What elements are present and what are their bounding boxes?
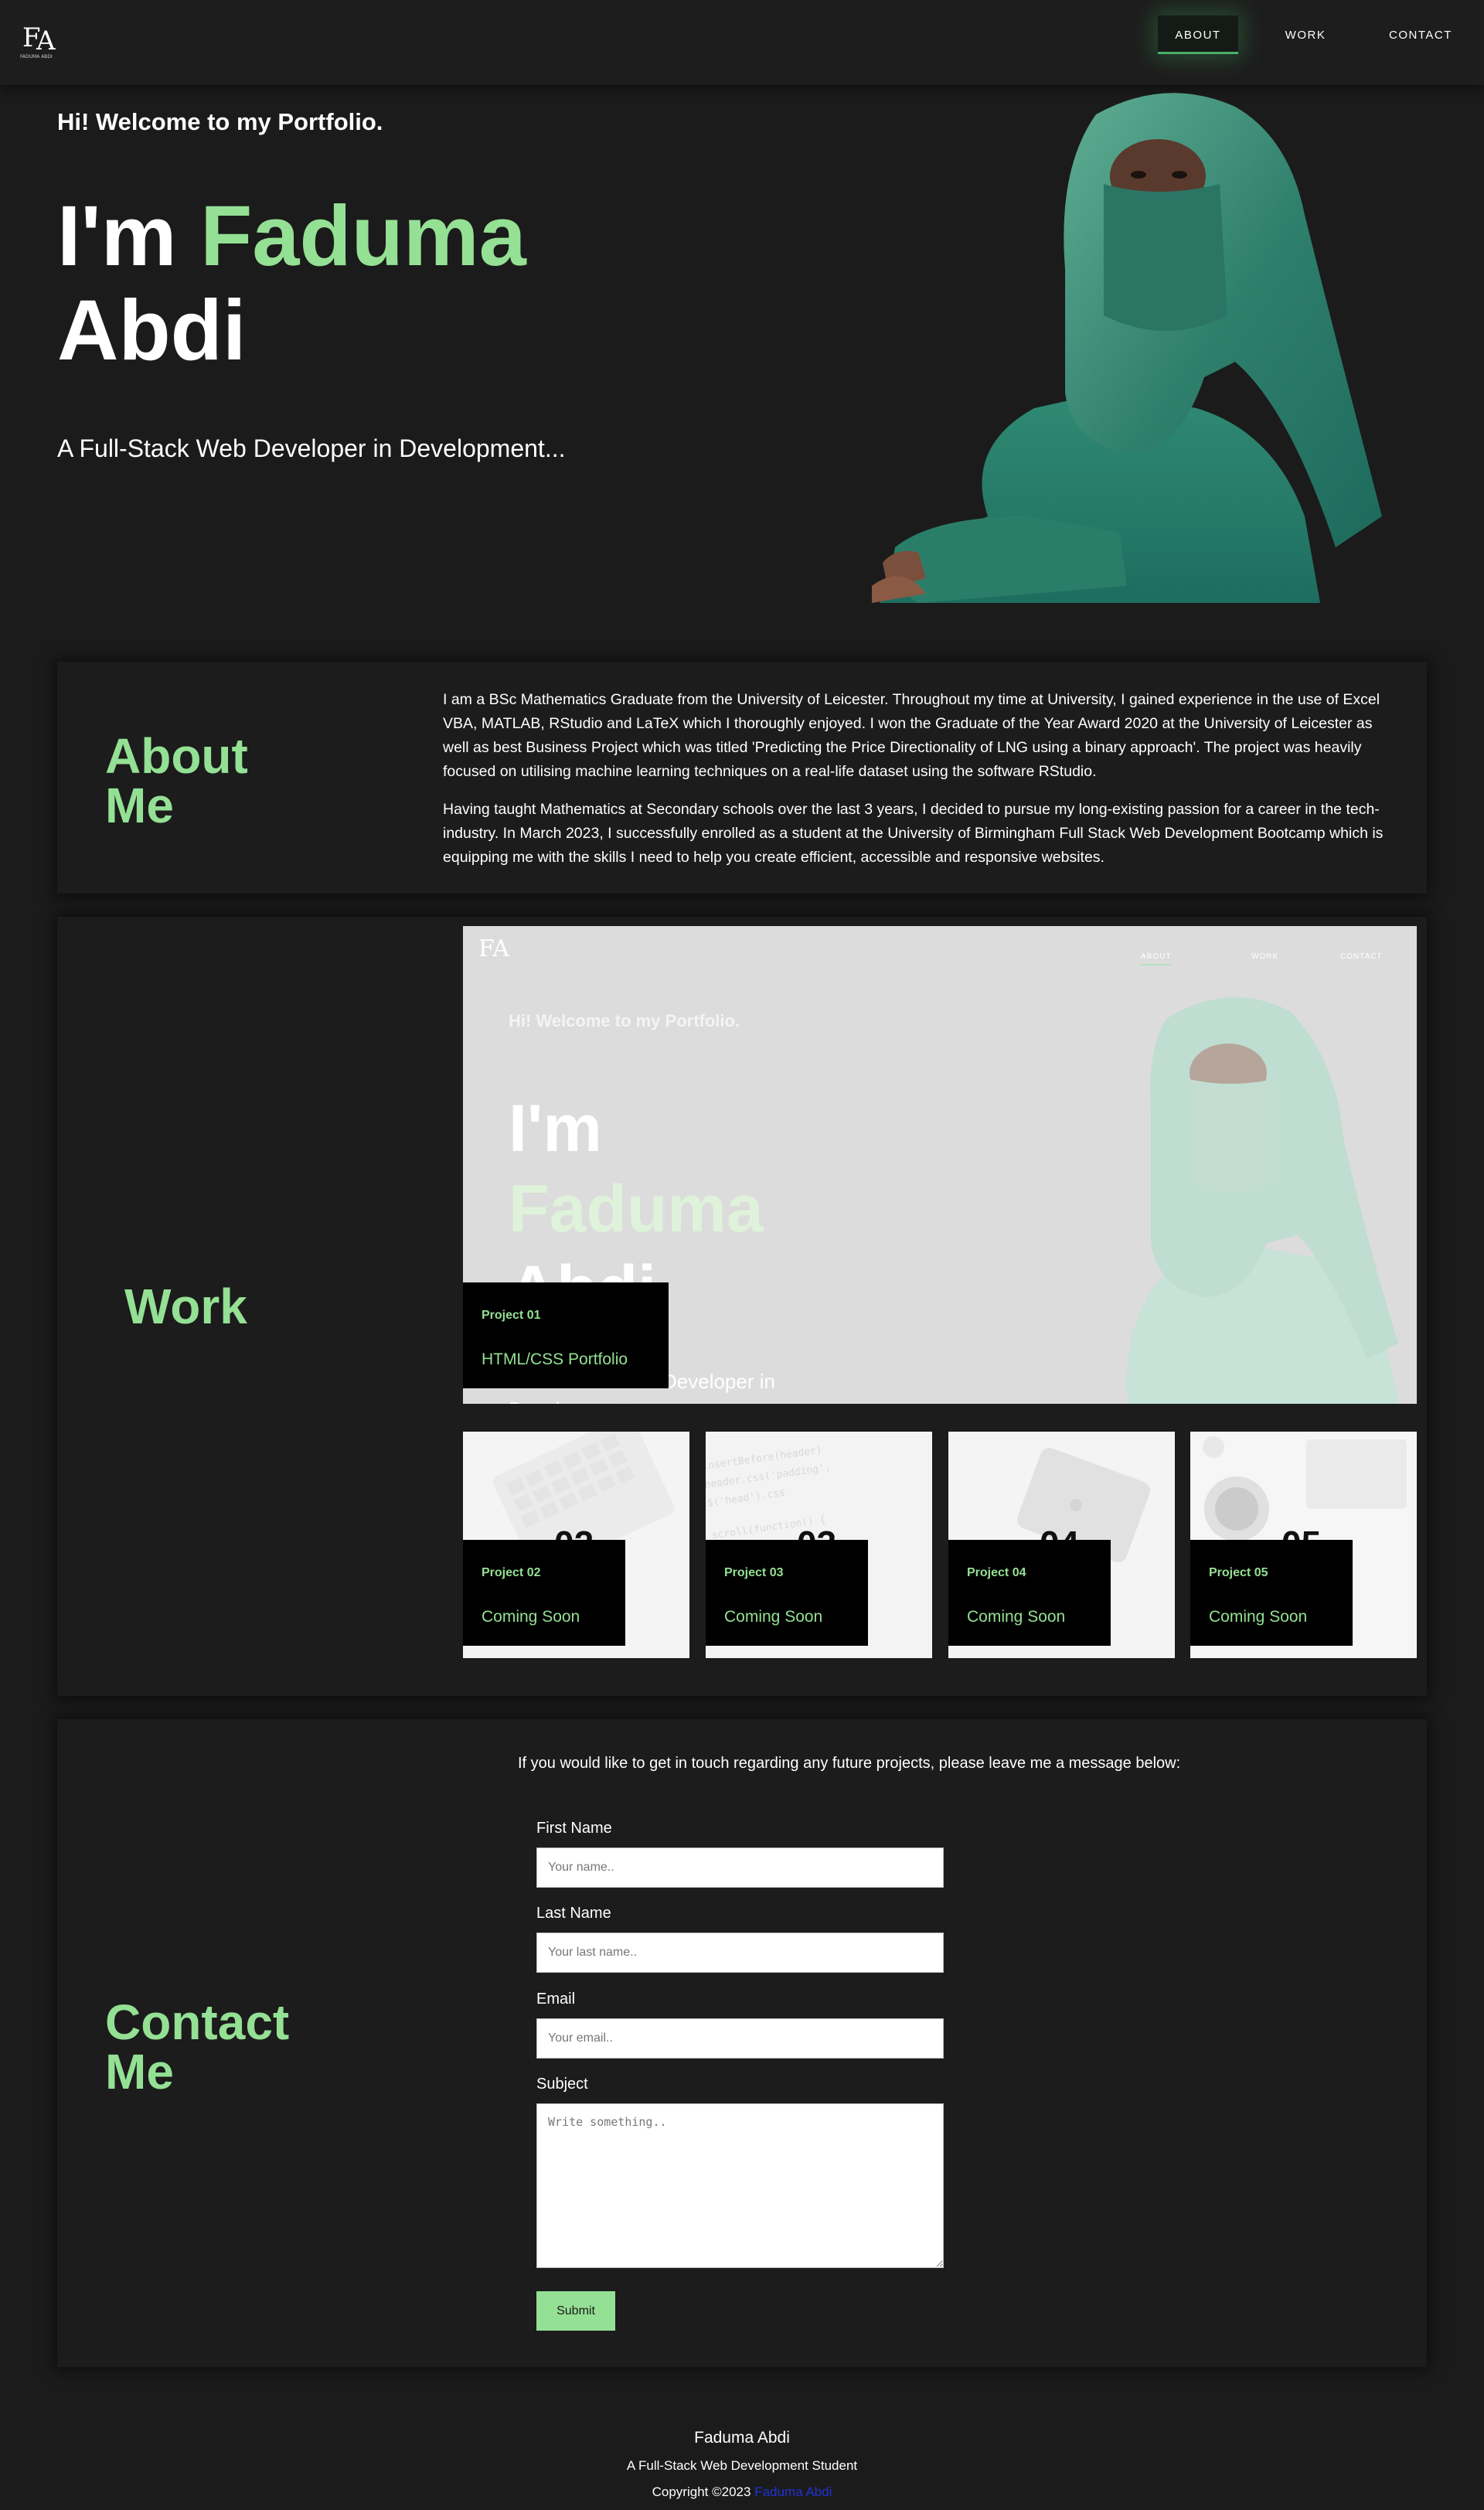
nav-link-about[interactable]: ABOUT	[1158, 15, 1238, 54]
contact-title-line2: Me	[105, 2044, 174, 2100]
svg-text:A: A	[36, 26, 56, 56]
project-number-05: Project 05	[1209, 1566, 1268, 1579]
about-paragraph-2: Having taught Mathematics at Secondary s…	[443, 801, 1384, 866]
contact-intro: If you would like to get in touch regard…	[518, 1755, 1181, 1772]
project-title-04[interactable]: Coming Soon	[967, 1608, 1065, 1626]
subject-textarea[interactable]	[536, 2103, 944, 2268]
contact-title: Contact Me	[105, 1997, 289, 2096]
last-name-label: Last Name	[536, 1905, 611, 1922]
about-text: I am a BSc Mathematics Graduate from the…	[443, 688, 1390, 870]
project-title-02[interactable]: Coming Soon	[482, 1608, 580, 1626]
footer-name: Faduma Abdi	[694, 2429, 790, 2447]
about-section: About Me I am a BSc Mathematics Graduate…	[57, 662, 1427, 894]
project-label-02[interactable]: Project 02 Coming Soon	[463, 1540, 625, 1646]
project-number-03: Project 03	[724, 1566, 784, 1579]
project-label-01[interactable]: Project 01 HTML/CSS Portfolio	[463, 1282, 669, 1388]
portrait-image	[872, 93, 1382, 603]
contact-section: Contact Me If you would like to get in t…	[57, 1719, 1427, 2367]
email-input[interactable]	[536, 2018, 944, 2059]
preview-line2: Faduma	[509, 1172, 764, 1246]
project-title-03[interactable]: Coming Soon	[724, 1608, 822, 1626]
preview-nav-work: WORK	[1251, 952, 1279, 961]
logo-caption: FADUMA ABDI	[20, 54, 53, 60]
preview-subtitle-2: Development...	[509, 1398, 644, 1404]
subject-label: Subject	[536, 2076, 588, 2093]
project-label-03[interactable]: Project 03 Coming Soon	[706, 1540, 868, 1646]
footer-subtitle: A Full-Stack Web Development Student	[626, 2458, 858, 2473]
about-title-line1: About	[105, 728, 248, 784]
preview-portrait-image	[1126, 997, 1398, 1404]
project-label-04[interactable]: Project 04 Coming Soon	[948, 1540, 1111, 1646]
hero-subtitle: A Full-Stack Web Developer in Developmen…	[57, 434, 566, 462]
about-title-line2: Me	[105, 778, 174, 833]
preview-nav-contact: CONTACT	[1340, 952, 1383, 961]
footer-copyright-text: Copyright ©2023	[652, 2484, 751, 2499]
footer-link[interactable]: Faduma Abdi	[754, 2484, 832, 2499]
preview-logo-icon: FA	[478, 935, 509, 962]
nav-link-contact[interactable]: CONTACT	[1380, 15, 1461, 54]
project-title-05[interactable]: Coming Soon	[1209, 1608, 1307, 1626]
preview-subtitle: Developer in	[662, 1370, 775, 1393]
logo-icon[interactable]: F A FADUMA ABDI	[20, 20, 60, 60]
project-number-01: Project 01	[482, 1309, 541, 1322]
project-title-01[interactable]: HTML/CSS Portfolio	[482, 1350, 628, 1369]
last-name-input[interactable]	[536, 1933, 944, 1973]
email-label: Email	[536, 1991, 576, 2008]
about-title: About Me	[105, 731, 248, 830]
work-section: Work FA ABOUT WORK CONTACT Hi! Welcome t…	[57, 917, 1427, 1696]
hero-greeting: Hi! Welcome to my Portfolio.	[57, 108, 383, 135]
top-nav: F A FADUMA ABDI ABOUT WORK CONTACT	[0, 0, 1484, 85]
hero-first-name: Faduma	[200, 189, 526, 284]
preview-greeting: Hi! Welcome to my Portfolio.	[509, 1011, 740, 1030]
nav-link-work[interactable]: WORK	[1266, 15, 1345, 54]
footer-copyright: Copyright ©2023 Faduma Abdi	[0, 2484, 1484, 2500]
contact-title-line1: Contact	[105, 1994, 290, 2050]
preview-line1: I'm	[509, 1092, 602, 1166]
project-number-02: Project 02	[482, 1566, 541, 1579]
first-name-input[interactable]	[536, 1848, 944, 1888]
hero-name: I'm Faduma Abdi	[57, 189, 526, 378]
hero-im: I'm	[57, 189, 177, 284]
hero-last-name: Abdi	[57, 283, 247, 378]
about-paragraph-1: I am a BSc Mathematics Graduate from the…	[443, 691, 1380, 780]
first-name-label: First Name	[536, 1820, 612, 1837]
project-label-05[interactable]: Project 05 Coming Soon	[1190, 1540, 1353, 1646]
project-number-04: Project 04	[967, 1566, 1026, 1579]
preview-nav-about: ABOUT	[1141, 952, 1172, 966]
submit-button[interactable]: Submit	[536, 2291, 615, 2331]
work-title: Work	[124, 1279, 247, 1334]
